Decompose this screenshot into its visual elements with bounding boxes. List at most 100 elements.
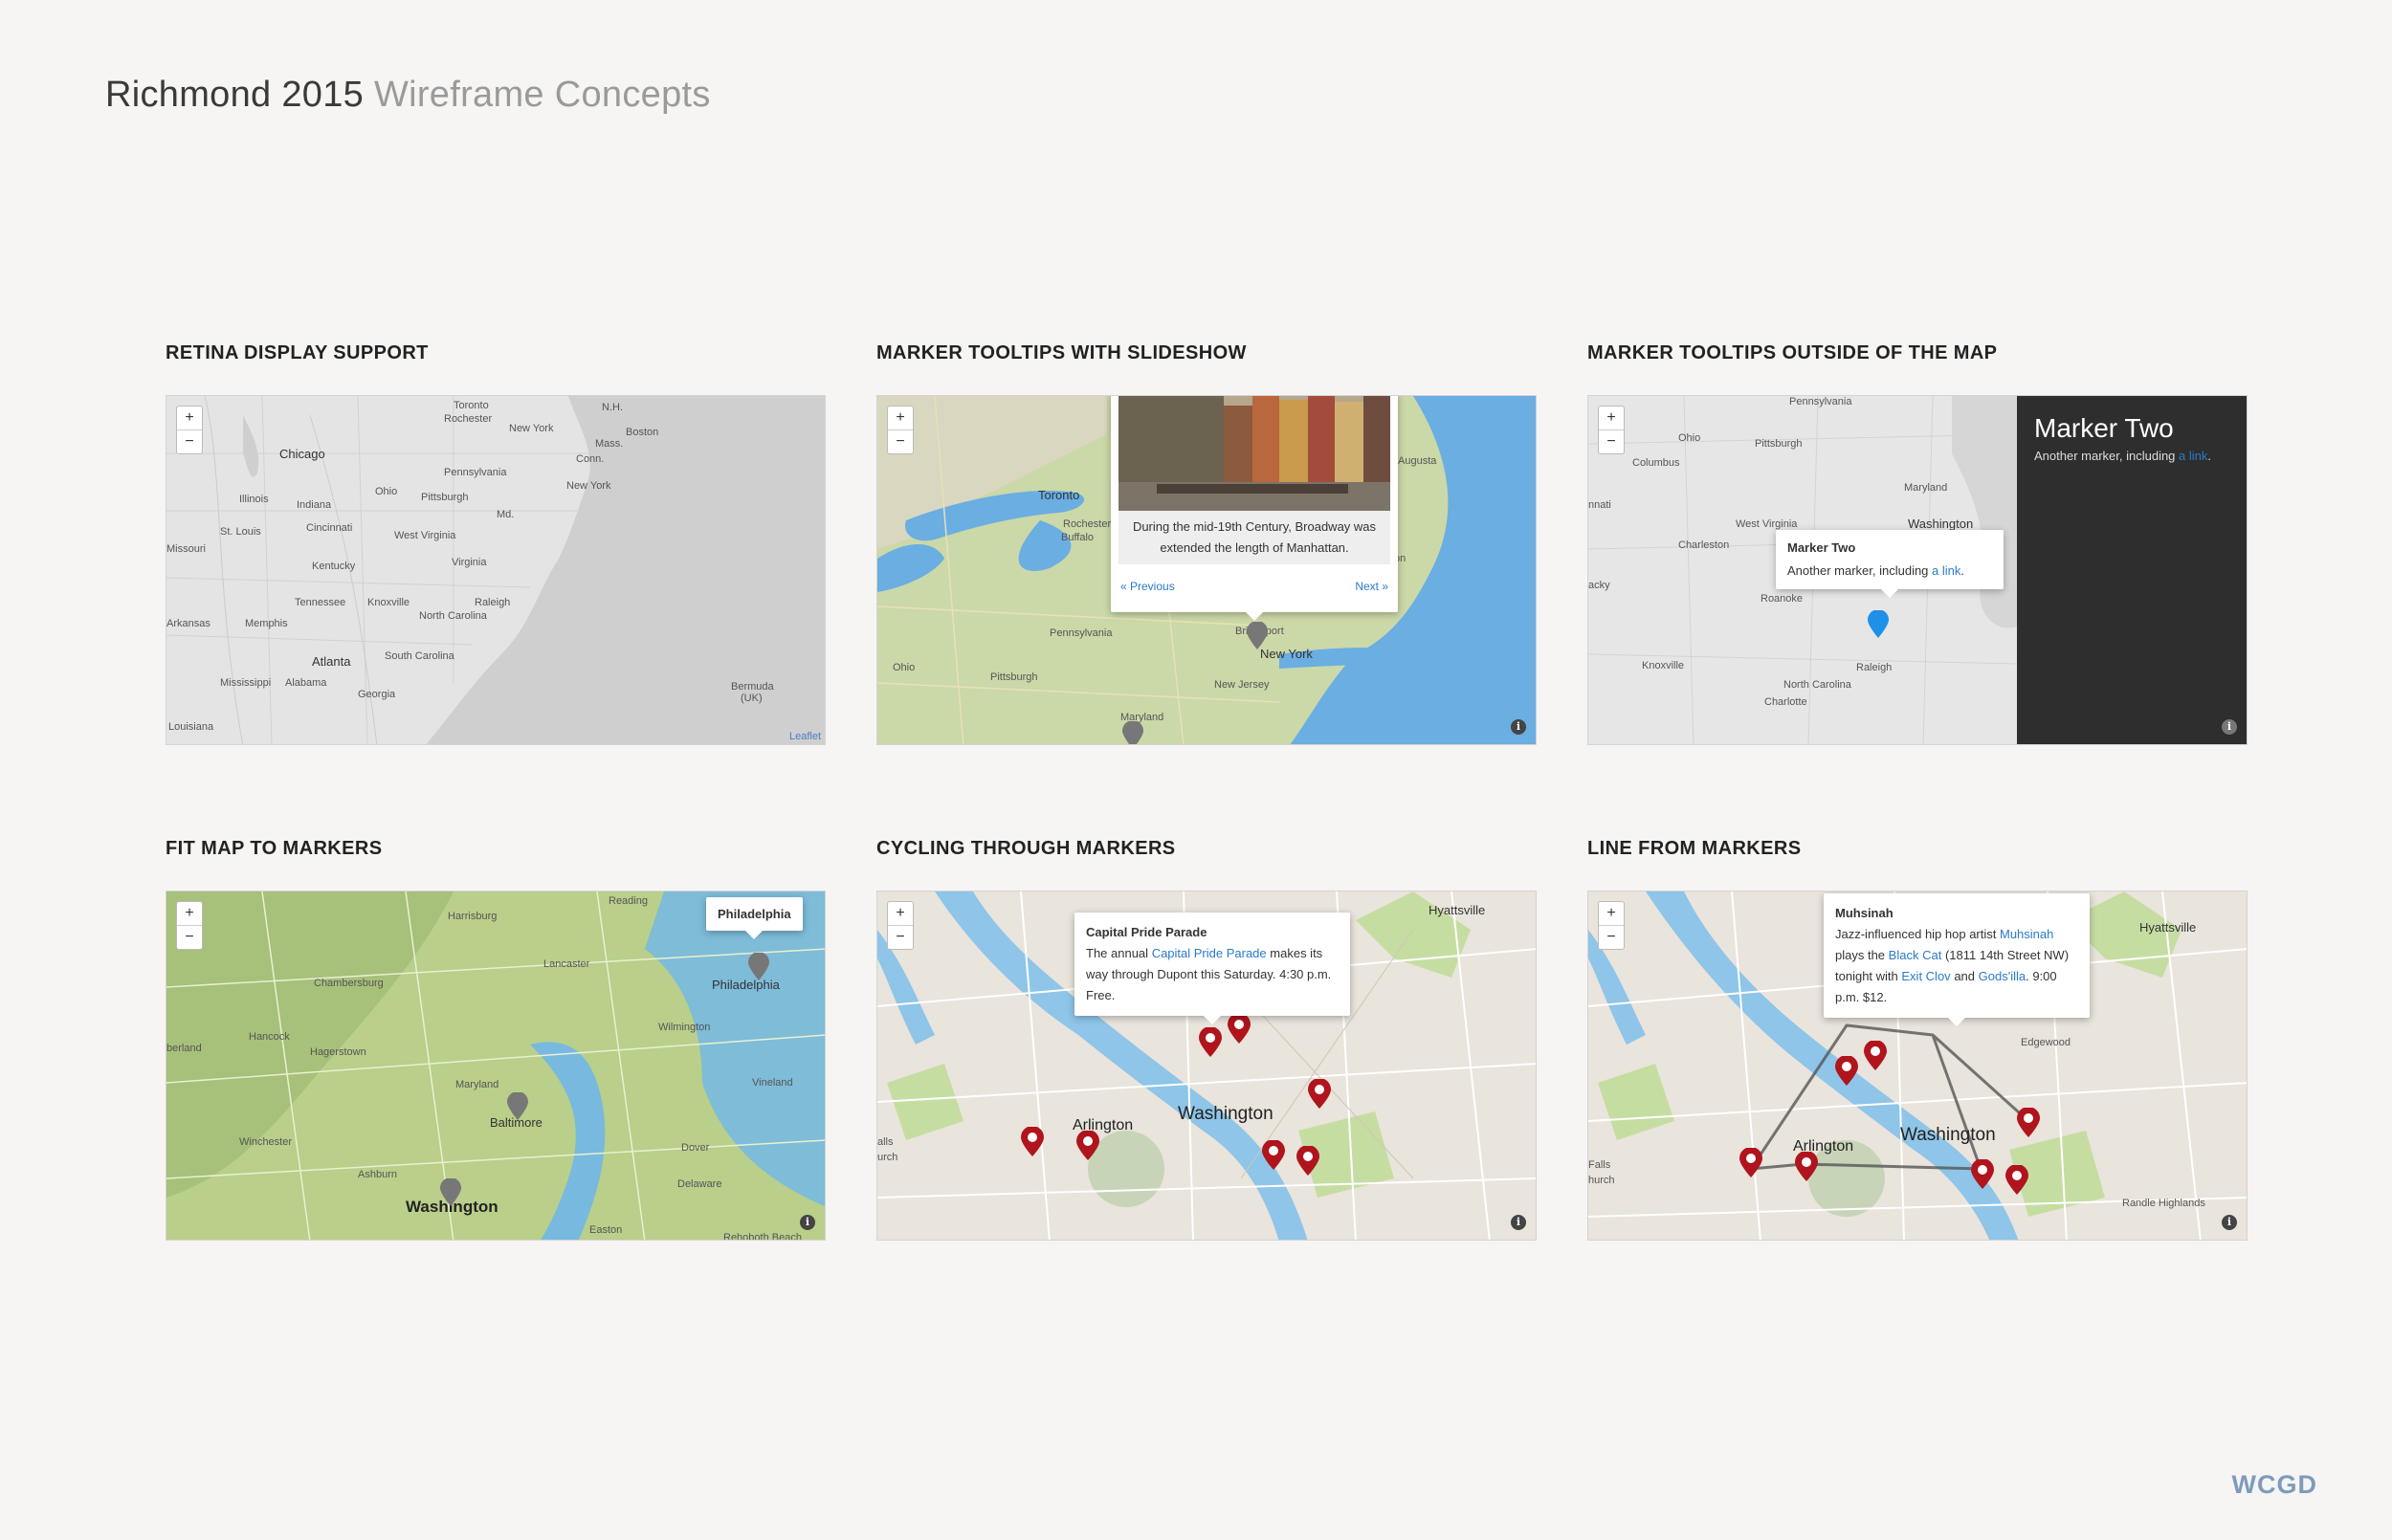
popup-title: Muhsinah xyxy=(1835,906,1894,920)
map-label: Columbus xyxy=(1632,457,1680,469)
map-label: Rochester xyxy=(1063,518,1112,530)
zoom-control: + − xyxy=(1598,901,1625,950)
map-label: Knoxville xyxy=(367,597,410,608)
map-marker-pin[interactable] xyxy=(1122,721,1143,745)
map-marker-red[interactable] xyxy=(1308,1079,1331,1110)
map-marker-red[interactable] xyxy=(1228,1014,1251,1045)
map-label: Winchester xyxy=(239,1136,293,1148)
map-label: Charleston xyxy=(1678,539,1730,551)
zoom-in-button[interactable]: + xyxy=(888,902,913,925)
zoom-in-button[interactable]: + xyxy=(888,407,913,429)
map-retina[interactable]: + − Toronto Rochester N.H. Boston New Yo… xyxy=(166,395,826,745)
zoom-out-button[interactable]: − xyxy=(888,925,913,949)
map-slideshow[interactable]: + − Toronto Rochester Buffalo Ohio Penns… xyxy=(876,395,1537,745)
map-label: Louisiana xyxy=(168,721,214,733)
map-label: Bermuda xyxy=(731,681,774,693)
map-outside[interactable]: + − Pennsylvania Ohio Pittsburgh Columbu… xyxy=(1587,395,2248,745)
map-label: Wilmington xyxy=(658,1022,711,1033)
zoom-control: + − xyxy=(887,901,914,950)
map-label: Roanoke xyxy=(1761,593,1804,605)
side-panel-link[interactable]: a link xyxy=(2179,449,2207,463)
zoom-in-button[interactable]: + xyxy=(1599,902,1624,925)
popup-text: Jazz-influenced hip hop artist xyxy=(1835,927,1997,941)
popup-link-exit-clov[interactable]: Exit Clov xyxy=(1901,969,1950,983)
map-label: Hancock xyxy=(249,1031,290,1043)
popup-title: Capital Pride Parade xyxy=(1086,925,1207,939)
popup-link-artist[interactable]: Muhsinah xyxy=(2000,927,2053,941)
map-label: New York xyxy=(509,423,554,434)
map-cycling[interactable]: + − Hyattsville Washington Arlington all… xyxy=(876,891,1537,1241)
map-label: Falls xyxy=(1588,1159,1611,1171)
map-marker-red[interactable] xyxy=(1076,1131,1099,1161)
zoom-in-button[interactable]: + xyxy=(177,407,202,429)
info-icon[interactable]: i xyxy=(800,1215,815,1230)
info-icon[interactable]: i xyxy=(1511,719,1526,735)
map-label: N.H. xyxy=(602,402,623,413)
map-label: Raleigh xyxy=(475,597,511,608)
map-label: Washington xyxy=(1908,517,1974,531)
zoom-out-button[interactable]: − xyxy=(1599,925,1624,949)
map-marker-red[interactable] xyxy=(2005,1165,2028,1196)
map-marker-pin[interactable] xyxy=(440,1178,461,1207)
map-label: Augusta xyxy=(1398,455,1437,467)
map-marker-red[interactable] xyxy=(1971,1159,1994,1190)
map-label: Reading xyxy=(609,895,648,907)
zoom-out-button[interactable]: − xyxy=(888,429,913,453)
map-marker-red[interactable] xyxy=(1296,1146,1319,1177)
slideshow-next-link[interactable]: Next » xyxy=(1355,580,1388,593)
map-marker-red[interactable] xyxy=(1021,1127,1044,1157)
slideshow-popup: During the mid-19th Century, Broadway wa… xyxy=(1111,396,1398,621)
panel-label-cycling: CYCLING THROUGH MARKERS xyxy=(876,838,1176,859)
map-label: Ashburn xyxy=(358,1169,397,1180)
map-marker-red[interactable] xyxy=(1199,1027,1222,1058)
map-label: Pittsburgh xyxy=(1755,438,1803,450)
zoom-control: + − xyxy=(176,901,203,950)
map-label: Pittsburgh xyxy=(990,671,1038,683)
title-sub: Wireframe Concepts xyxy=(373,75,711,115)
map-marker-red[interactable] xyxy=(1795,1152,1818,1182)
map-label: Indiana xyxy=(297,499,332,511)
map-label: Memphis xyxy=(245,618,288,629)
map-marker-red[interactable] xyxy=(2017,1108,2040,1138)
map-label: Georgia xyxy=(358,689,396,700)
map-label: West Virginia xyxy=(1736,518,1798,530)
map-label: hurch xyxy=(1588,1175,1615,1186)
zoom-out-button[interactable]: − xyxy=(1599,429,1624,453)
side-panel-title: Marker Two xyxy=(2034,413,2174,443)
map-label: Randle Highlands xyxy=(2122,1198,2205,1209)
marker-popup: Marker Two Another marker, including a l… xyxy=(1776,530,2004,598)
info-icon[interactable]: i xyxy=(2222,719,2237,735)
zoom-in-button[interactable]: + xyxy=(1599,407,1624,429)
panel-label-slideshow: MARKER TOOLTIPS WITH SLIDESHOW xyxy=(876,342,1247,363)
zoom-in-button[interactable]: + xyxy=(177,902,202,925)
map-marker-red[interactable] xyxy=(1739,1148,1762,1178)
info-icon[interactable]: i xyxy=(2222,1215,2237,1230)
map-marker-pin-selected[interactable] xyxy=(1868,610,1889,639)
map-line[interactable]: + − Hyattsville Edgewood Washington Arli… xyxy=(1587,891,2248,1241)
popup-link-godsilla[interactable]: Gods'illa xyxy=(1979,969,2026,983)
map-fit[interactable]: + − Harrisburg Reading Lancaster Chamber… xyxy=(166,891,826,1241)
popup-link[interactable]: a link xyxy=(1932,563,1960,578)
side-panel-body: Another marker, including xyxy=(2034,449,2176,463)
map-label: Kentucky xyxy=(312,561,356,572)
map-label: Illinois xyxy=(239,494,269,505)
map-attribution-link[interactable]: Leaflet xyxy=(789,731,821,742)
map-label: Mass. xyxy=(595,438,624,450)
map-marker-pin[interactable] xyxy=(507,1092,528,1121)
popup-link[interactable]: Capital Pride Parade xyxy=(1152,946,1267,960)
map-label: Toronto xyxy=(454,400,489,411)
popup-link-venue[interactable]: Black Cat xyxy=(1889,948,1942,962)
map-marker-red[interactable] xyxy=(1835,1056,1858,1087)
info-icon[interactable]: i xyxy=(1511,1215,1526,1230)
zoom-out-button[interactable]: − xyxy=(177,429,202,453)
map-marker-red[interactable] xyxy=(1864,1041,1887,1071)
panel-label-retina: RETINA DISPLAY SUPPORT xyxy=(166,342,429,363)
map-marker-red[interactable] xyxy=(1262,1140,1285,1171)
map-marker-pin[interactable] xyxy=(1247,622,1268,650)
map-marker-pin[interactable] xyxy=(748,953,769,981)
map-label: Washington xyxy=(1178,1104,1274,1124)
zoom-out-button[interactable]: − xyxy=(177,925,202,949)
map-label: Mississippi xyxy=(220,677,272,689)
slideshow-previous-link[interactable]: « Previous xyxy=(1120,580,1175,593)
marker-popup: Muhsinah Jazz-influenced hip hop artist … xyxy=(1824,893,2090,1026)
